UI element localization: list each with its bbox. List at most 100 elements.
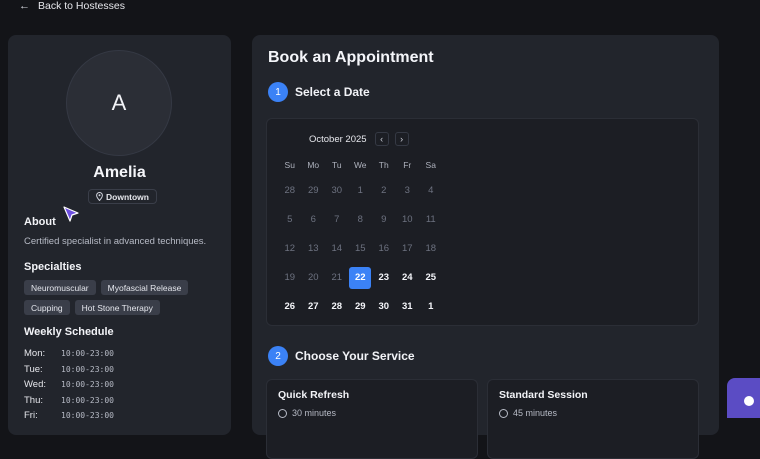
weekday-label: Mo: [307, 160, 320, 170]
schedule-hours: 10:00-23:00: [61, 349, 114, 359]
calendar-week-row: 5 6 7 8 9 10 11: [278, 205, 443, 234]
specialty-chip: Cupping: [24, 300, 70, 315]
avatar-initial: A: [111, 90, 127, 115]
calendar-day: 11: [419, 205, 443, 234]
schedule-day: Mon:: [24, 348, 46, 360]
schedule-day: Wed:: [24, 379, 47, 391]
top-bar: ← Back to Hostesses: [0, 0, 760, 14]
calendar-day: 28: [278, 176, 302, 205]
service-name: Quick Refresh: [278, 389, 350, 401]
calendar-day[interactable]: 23: [372, 263, 396, 292]
calendar-day-number: 8: [357, 214, 363, 225]
calendar-day[interactable]: 27: [302, 292, 326, 321]
service-duration-label: 30 minutes: [292, 408, 337, 418]
calendar-day-number: 5: [287, 214, 293, 225]
calendar-day-number: 28: [284, 185, 296, 196]
location-badge: Downtown: [88, 189, 157, 204]
chevron-right-icon: ›: [400, 134, 404, 144]
calendar-day-number: 1: [357, 185, 363, 196]
calendar-day: 17: [396, 234, 420, 263]
calendar-day: 15: [349, 234, 373, 263]
next-month-button[interactable]: ›: [394, 132, 409, 146]
weekday-label: Su: [284, 160, 295, 170]
service-card-quick-refresh[interactable]: Quick Refresh 30 minutes: [266, 379, 478, 459]
calendar-day-number: 12: [284, 243, 296, 254]
calendar-week-row: 12 13 14 15 16 17 18: [278, 234, 443, 263]
calendar-day-number: 11: [425, 214, 436, 225]
calendar-day[interactable]: 28: [325, 292, 349, 321]
calendar-day[interactable]: 25: [419, 263, 443, 292]
calendar-day[interactable]: 26: [278, 292, 302, 321]
calendar-day-number: 18: [425, 243, 437, 254]
calendar-day-number: 29: [354, 301, 366, 312]
schedule-row: Fri: 10:00-23:00: [24, 408, 114, 424]
back-to-hostesses-link[interactable]: ← Back to Hostesses: [19, 0, 125, 12]
calendar-day: 29: [302, 176, 326, 205]
calendar-day: 9: [372, 205, 396, 234]
calendar-day: 20: [302, 263, 326, 292]
calendar-day: 13: [302, 234, 326, 263]
calendar-day-number: 10: [401, 214, 413, 225]
schedule-day: Thu:: [24, 394, 44, 406]
calendar-day-number: 4: [428, 185, 434, 196]
calendar-day: 5: [278, 205, 302, 234]
calendar-grid: Su Mo Tu We Th Fr Sa 28 29 30 1 2 3 4 5 6 7 8 9 10 11 12 13 14…: [278, 156, 443, 321]
schedule-day: Fri:: [24, 410, 38, 422]
about-title: About: [24, 216, 56, 228]
calendar-day[interactable]: 29: [349, 292, 373, 321]
step-number: 2: [268, 346, 288, 366]
specialty-chip: Neuromuscular: [24, 280, 96, 295]
schedule-hours: 10:00-23:00: [61, 364, 114, 374]
schedule-row: Tue: 10:00-23:00: [24, 362, 114, 378]
step-choose-service: 2 Choose Your Service: [268, 346, 415, 366]
calendar-day-number: 14: [331, 243, 343, 254]
calendar-day-number: 20: [307, 272, 319, 283]
calendar-day[interactable]: 1: [419, 292, 443, 321]
calendar-day[interactable]: 31: [396, 292, 420, 321]
step-select-date: 1 Select a Date: [268, 82, 370, 102]
calendar-day: 21: [325, 263, 349, 292]
chat-widget-button[interactable]: [727, 378, 760, 418]
schedule-hours: 10:00-23:00: [61, 411, 114, 421]
chat-icon: [744, 396, 754, 406]
clock-icon: [278, 408, 287, 418]
calendar-header: October 2025 ‹ ›: [309, 132, 409, 146]
calendar-day: 14: [325, 234, 349, 263]
calendar-day[interactable]: 30: [372, 292, 396, 321]
calendar-day-number: 3: [404, 185, 410, 196]
calendar-day: 1: [349, 176, 373, 205]
map-pin-icon: [96, 192, 103, 201]
specialty-chip: Hot Stone Therapy: [74, 300, 160, 315]
calendar-day-number: 13: [307, 243, 319, 254]
weekly-schedule: Mon: 10:00-23:00 Tue: 10:00-23:00 Wed: 1…: [24, 346, 114, 424]
calendar-day: 12: [278, 234, 302, 263]
hostess-name: Amelia: [93, 164, 146, 181]
weekday-label: We: [353, 160, 367, 170]
calendar-week-row: 28 29 30 1 2 3 4: [278, 176, 443, 205]
calendar-day: 2: [372, 176, 396, 205]
service-duration: 30 minutes: [278, 408, 336, 418]
calendar-day[interactable]: 24: [396, 263, 420, 292]
calendar-day-number: 23: [378, 272, 390, 283]
about-text: Certified specialist in advanced techniq…: [24, 236, 207, 247]
arrow-left-icon: ←: [19, 0, 30, 12]
calendar-day-number: 31: [401, 301, 413, 312]
schedule-hours: 10:00-23:00: [61, 395, 114, 405]
service-duration: 45 minutes: [499, 408, 557, 418]
calendar-day: 16: [372, 234, 396, 263]
calendar-day-number: 28: [331, 301, 343, 312]
weekday-label: Sa: [425, 160, 436, 170]
prev-month-button[interactable]: ‹: [374, 132, 389, 146]
calendar-day-number: 25: [425, 272, 437, 283]
calendar-day-number: 15: [354, 243, 366, 254]
calendar-day: 3: [396, 176, 420, 205]
calendar-day-selected[interactable]: 22: [349, 263, 373, 292]
calendar-week-row: 19 20 21 22 23 24 25: [278, 263, 443, 292]
schedule-day: Tue:: [24, 363, 43, 375]
calendar-day-number: 16: [378, 243, 390, 254]
calendar-day-number: 9: [381, 214, 387, 225]
calendar-day-number: 21: [331, 272, 343, 283]
calendar-day: 18: [419, 234, 443, 263]
calendar-day-number: 17: [401, 243, 413, 254]
service-card-standard-session[interactable]: Standard Session 45 minutes: [487, 379, 699, 459]
